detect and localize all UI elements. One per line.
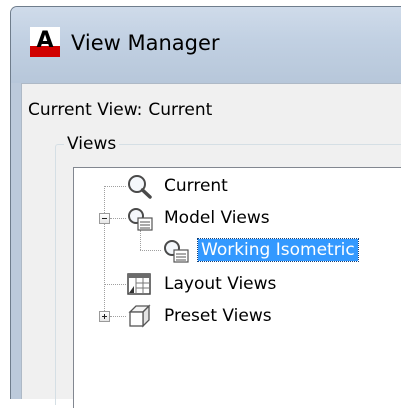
plus-icon: [102, 314, 107, 319]
tree-item-preset-views[interactable]: Preset Views: [161, 303, 275, 329]
tree-item-label: Layout Views: [164, 274, 277, 294]
tree-item-current[interactable]: Current: [161, 173, 231, 199]
expand-toggle[interactable]: [99, 311, 110, 322]
layout-views-icon: [127, 273, 151, 295]
preset-views-cube-icon: [128, 304, 151, 328]
autocad-app-icon: A: [30, 27, 60, 57]
app-icon-letter: A: [36, 28, 53, 53]
views-group-label: Views: [64, 134, 120, 154]
tree-item-working-isometric[interactable]: Working Isometric: [197, 237, 359, 263]
views-tree[interactable]: Current Model Views Working Isometric La…: [73, 167, 401, 408]
tree-connector: [140, 230, 141, 250]
tree-connector: [140, 250, 161, 251]
tree-connector: [110, 316, 126, 317]
current-view-value: Current: [148, 100, 213, 120]
tree-connector: [104, 186, 105, 319]
tree-item-label: Current: [164, 176, 228, 196]
tree-item-layout-views[interactable]: Layout Views: [161, 271, 279, 297]
tree-connector: [110, 218, 126, 219]
named-view-icon: [164, 240, 189, 263]
collapse-toggle[interactable]: [99, 213, 110, 224]
tree-item-label: Model Views: [164, 208, 270, 228]
tree-item-label: Preset Views: [164, 306, 272, 326]
tree-connector: [104, 284, 126, 285]
window-title: View Manager: [71, 31, 220, 55]
magnifier-icon: [128, 175, 152, 199]
tree-connector: [104, 186, 126, 187]
model-views-icon: [128, 208, 153, 231]
current-view-row: Current View: Current: [28, 100, 212, 120]
minus-icon: [102, 218, 107, 219]
tree-item-model-views[interactable]: Model Views: [161, 205, 273, 231]
current-view-label: Current View:: [28, 100, 143, 120]
tree-item-label: Working Isometric: [197, 238, 359, 262]
title-bar[interactable]: A View Manager: [11, 7, 401, 83]
